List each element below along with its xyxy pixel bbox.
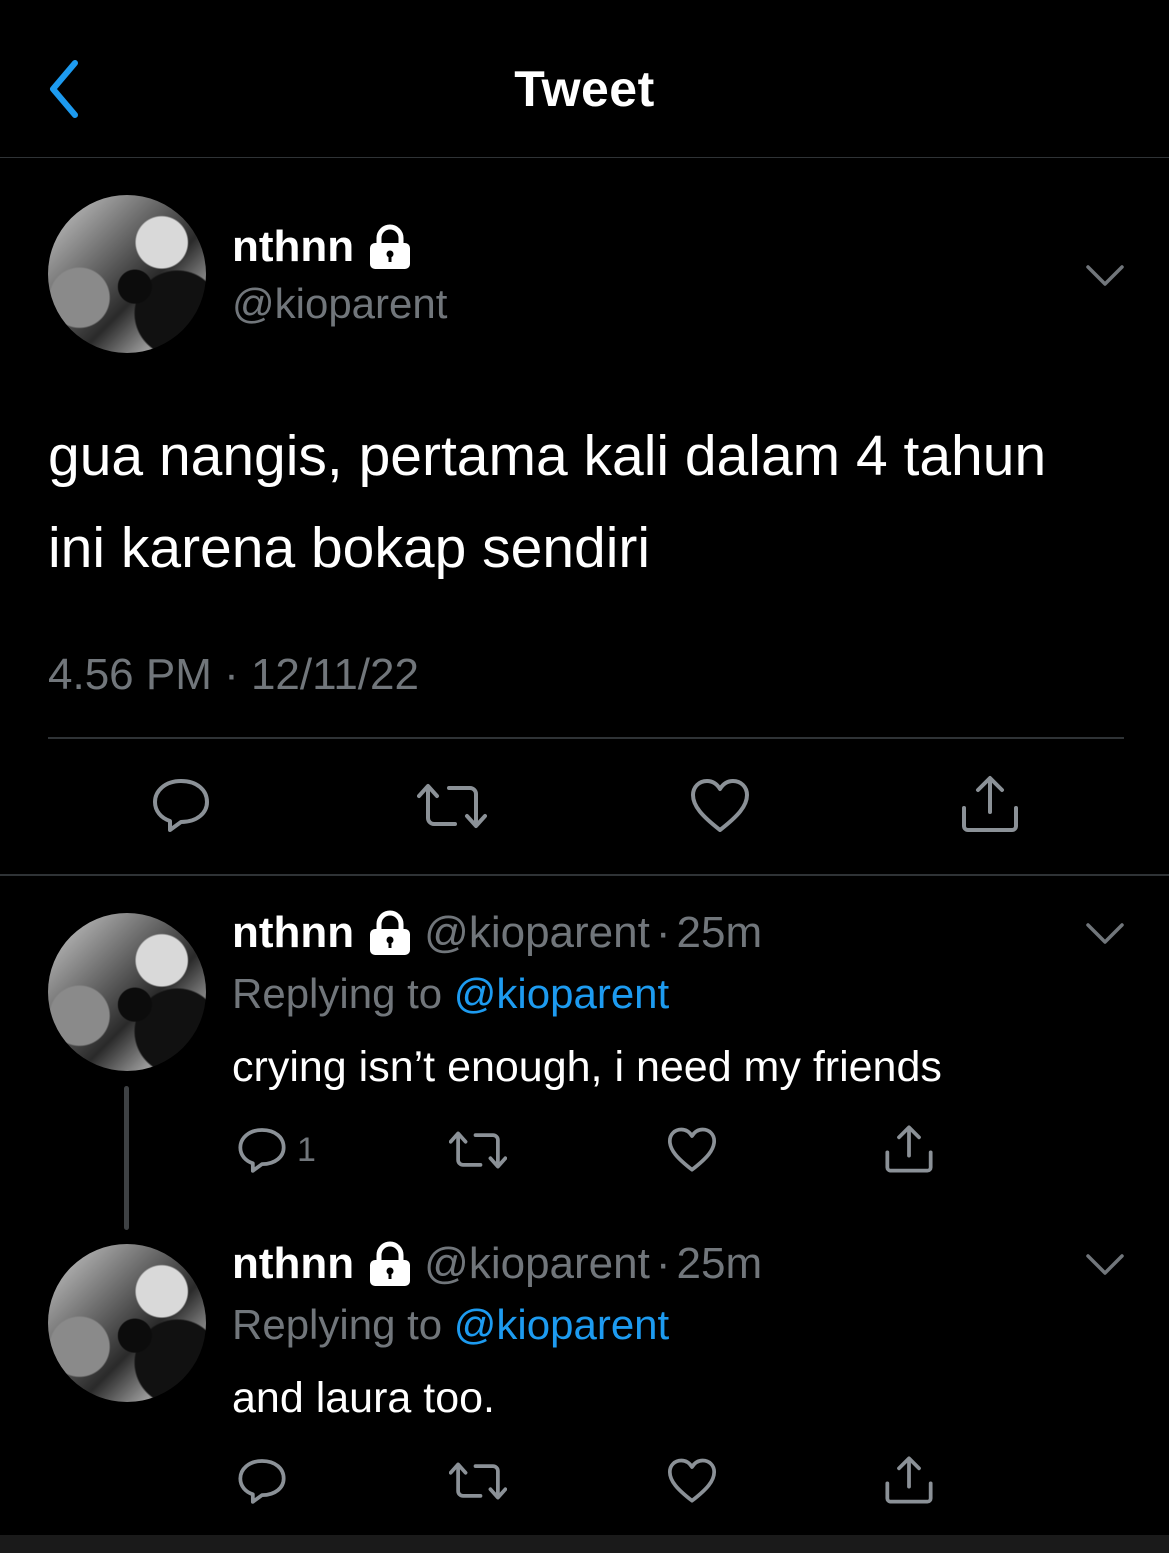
mention-link[interactable]: @kioparent xyxy=(454,1301,669,1348)
heart-icon xyxy=(667,1458,717,1503)
replying-prefix: Replying to xyxy=(232,1301,443,1348)
avatar[interactable] xyxy=(48,195,206,353)
heart-icon xyxy=(667,1127,717,1172)
author-handle: @kioparent xyxy=(424,1239,650,1288)
reply-header: nthnn @kioparent · 25m xyxy=(232,908,762,958)
bottom-edge xyxy=(0,1535,1169,1553)
reply-button[interactable] xyxy=(237,1457,287,1505)
avatar[interactable] xyxy=(48,1244,206,1402)
reply-button[interactable]: 1 xyxy=(237,1126,316,1174)
reply-icon xyxy=(153,779,209,832)
reply-icon xyxy=(238,1459,286,1504)
like-button[interactable] xyxy=(667,1458,717,1504)
heart-icon xyxy=(691,779,749,832)
chevron-down-icon[interactable] xyxy=(1085,1253,1125,1277)
retweet-icon xyxy=(449,1462,507,1500)
reply-header: nthnn @kioparent · 25m xyxy=(232,1239,762,1289)
share-icon xyxy=(885,1125,933,1173)
lock-icon xyxy=(370,1241,411,1286)
author-name[interactable]: nthnn xyxy=(232,222,412,272)
replying-to-line: Replying to @kioparent xyxy=(232,970,669,1018)
share-button[interactable] xyxy=(884,1124,934,1174)
mention-link[interactable]: @kioparent xyxy=(454,970,669,1017)
lock-icon xyxy=(370,910,411,955)
reply-button[interactable] xyxy=(151,777,211,833)
share-icon xyxy=(885,1456,933,1504)
display-name[interactable]: nthnn xyxy=(232,908,354,958)
like-button[interactable] xyxy=(690,778,750,834)
display-name[interactable]: nthnn xyxy=(232,1239,354,1289)
page-title: Tweet xyxy=(514,61,655,117)
tweet-detail-page: Tweet nthnn @kioparent gua nangis, perta… xyxy=(0,0,1169,1553)
retweet-icon xyxy=(417,784,487,828)
reply-text: and laura too. xyxy=(232,1374,495,1422)
reply-text: crying isn’t enough, i need my friends xyxy=(232,1043,942,1091)
share-button[interactable] xyxy=(960,774,1020,834)
chevron-down-icon[interactable] xyxy=(1085,264,1125,288)
display-name: nthnn xyxy=(232,222,355,271)
reply-count: 1 xyxy=(297,1130,316,1169)
replying-to-line: Replying to @kioparent xyxy=(232,1301,669,1349)
retweet-button[interactable] xyxy=(417,782,487,830)
share-icon xyxy=(962,776,1018,832)
lock-icon xyxy=(370,224,411,269)
like-button[interactable] xyxy=(667,1127,717,1173)
author-handle: @kioparent xyxy=(424,908,650,957)
author-handle: @kioparent xyxy=(232,280,448,327)
top-nav-bar: Tweet xyxy=(0,0,1169,158)
retweet-button[interactable] xyxy=(449,1461,507,1501)
share-button[interactable] xyxy=(884,1455,934,1505)
tweet-timestamp: 4.56 PM · 12/11/22 xyxy=(48,650,419,699)
reply-time[interactable]: 25m xyxy=(677,908,763,958)
replying-prefix: Replying to xyxy=(232,970,443,1017)
reply-time[interactable]: 25m xyxy=(677,1239,763,1289)
chevron-down-icon[interactable] xyxy=(1085,922,1125,946)
retweet-icon xyxy=(449,1131,507,1169)
tweet-text: gua nangis, pertama kali dalam 4 tahun i… xyxy=(48,424,1047,580)
avatar[interactable] xyxy=(48,913,206,1071)
separator-dot: · xyxy=(655,1239,671,1288)
thread-connector-line xyxy=(124,1086,129,1230)
divider xyxy=(48,737,1124,739)
retweet-button[interactable] xyxy=(449,1130,507,1170)
reply-icon xyxy=(238,1128,286,1173)
divider xyxy=(0,874,1169,876)
separator-dot: · xyxy=(655,908,671,957)
